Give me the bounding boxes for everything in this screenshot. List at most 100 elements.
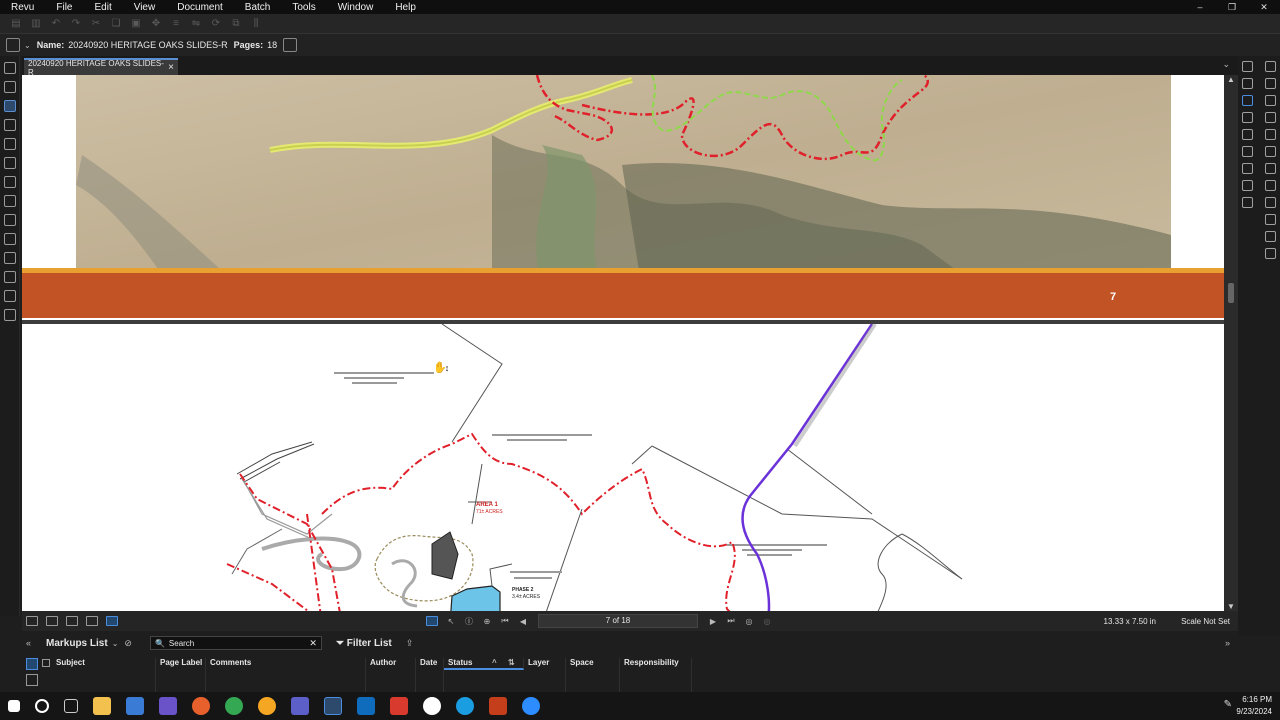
markups-list-title[interactable]: Markups List — [46, 638, 108, 649]
column-date[interactable]: Date — [416, 658, 444, 692]
ruler-icon[interactable] — [1265, 248, 1276, 259]
text-box-icon[interactable] — [1242, 61, 1253, 72]
circle-icon[interactable] — [1242, 129, 1253, 140]
polyline-icon[interactable] — [1265, 112, 1276, 123]
system-clock[interactable]: 6:16 PM 9/23/2024 — [1236, 694, 1272, 718]
next-view-icon[interactable]: ◎ — [762, 617, 772, 626]
column-page-label[interactable]: Page Label — [156, 658, 206, 692]
clear-search-icon[interactable]: ✕ — [309, 638, 317, 649]
teams-icon[interactable] — [291, 697, 309, 715]
next-page-icon[interactable]: ▶ — [708, 617, 718, 626]
stamp-icon[interactable] — [1242, 163, 1253, 174]
cloud-icon[interactable] — [1265, 197, 1276, 208]
measure-icon[interactable] — [1265, 231, 1276, 242]
menu-tools[interactable]: Tools — [281, 2, 326, 13]
print-icon[interactable]: ▥ — [29, 18, 43, 29]
two-page-icon[interactable] — [46, 616, 58, 626]
continuous-icon[interactable] — [86, 616, 98, 626]
restore-icon[interactable]: ❐ — [1216, 2, 1248, 13]
spaces-icon[interactable] — [4, 195, 16, 207]
collapse-panel-icon[interactable]: « — [26, 638, 31, 648]
chevron-down-icon[interactable]: ⌄ — [112, 639, 119, 648]
active-pen-icon[interactable] — [1242, 95, 1253, 106]
task-view-icon[interactable] — [64, 699, 78, 713]
powerpoint-icon[interactable] — [489, 697, 507, 715]
eraser-icon[interactable] — [1265, 214, 1276, 225]
thumbnails-icon[interactable] — [4, 62, 16, 74]
image-icon[interactable] — [1242, 180, 1253, 191]
chrome-icon[interactable] — [225, 697, 243, 715]
rectangle-icon[interactable] — [1265, 146, 1276, 157]
layers-icon[interactable] — [4, 138, 16, 150]
markups-search[interactable]: 🔍 Search ✕ — [149, 636, 322, 650]
text-select-icon[interactable]: Ⓘ — [464, 616, 474, 627]
visibility-icon[interactable]: ⊘ — [124, 638, 132, 649]
filter-list-button[interactable]: ⏷ Filter List — [336, 638, 392, 649]
callout-icon[interactable] — [1242, 112, 1253, 123]
copy-icon[interactable]: ❏ — [109, 18, 123, 29]
pan-tool-icon[interactable] — [426, 616, 438, 626]
menu-batch[interactable]: Batch — [234, 2, 282, 13]
minimize-icon[interactable]: – — [1184, 2, 1216, 12]
edge-icon[interactable] — [456, 697, 474, 715]
first-page-icon[interactable]: ⏮ — [500, 616, 510, 626]
menu-help[interactable]: Help — [384, 2, 427, 13]
firefox-icon[interactable] — [192, 697, 210, 715]
document-tab[interactable]: 20240920 HERITAGE OAKS SLIDES-R × — [24, 58, 178, 77]
grid-icon[interactable] — [4, 100, 16, 112]
wps-icon[interactable] — [390, 697, 408, 715]
file-explorer-icon[interactable] — [93, 697, 111, 715]
summary-icon[interactable] — [26, 674, 38, 686]
app-icon[interactable] — [159, 697, 177, 715]
last-page-icon[interactable]: ⏭ — [726, 616, 736, 626]
polygon-icon[interactable] — [1265, 180, 1276, 191]
vertical-scrollbar[interactable]: ▲ ▼ — [1224, 75, 1238, 611]
column-layer[interactable]: Layer — [524, 658, 566, 692]
split-view-icon[interactable] — [66, 616, 78, 626]
page-setup-icon[interactable] — [283, 38, 298, 52]
distribute-icon[interactable]: ⫼ — [249, 18, 263, 29]
measurements-icon[interactable] — [4, 214, 16, 226]
align-icon[interactable]: ≡ — [169, 18, 183, 29]
redo-icon[interactable]: ↷ — [69, 18, 83, 29]
sort-icon[interactable]: ⇅ — [508, 658, 515, 667]
search-icon[interactable] — [4, 309, 16, 321]
single-page-icon[interactable] — [26, 616, 38, 626]
signatures-icon[interactable] — [4, 233, 16, 245]
scroll-thumb[interactable] — [1228, 283, 1234, 303]
file-access-icon[interactable] — [4, 252, 16, 264]
line-icon[interactable] — [1265, 61, 1276, 72]
tab-dropdown-icon[interactable]: ⌄ — [1222, 59, 1230, 70]
column-subject[interactable]: Subject — [52, 658, 156, 692]
column-author[interactable]: Author — [366, 658, 416, 692]
chevron-down-icon[interactable]: ⌄ — [24, 41, 31, 50]
close-icon[interactable]: ✕ — [1248, 2, 1280, 13]
document-viewer[interactable]: 7 AREA 1 71± ACRES PHASE 2 3.4± ACRES ✋↕ — [22, 75, 1224, 611]
scroll-up-icon[interactable]: ▲ — [1227, 75, 1235, 84]
windows-start-icon[interactable] — [8, 700, 20, 712]
expand-panel-icon[interactable]: » — [1225, 638, 1230, 648]
document-icon[interactable] — [6, 38, 20, 52]
studio-icon[interactable] — [4, 176, 16, 188]
ellipse-icon[interactable] — [1265, 163, 1276, 174]
page-number-field[interactable]: 7 of 18 — [538, 614, 698, 628]
excel-alt-icon[interactable] — [126, 697, 144, 715]
crop-icon[interactable] — [1242, 197, 1253, 208]
undo-icon[interactable]: ↶ — [49, 18, 63, 29]
export-icon[interactable]: ⇪ — [406, 638, 414, 649]
rotate-icon[interactable]: ⟳ — [209, 18, 223, 29]
move-icon[interactable]: ✥ — [149, 18, 163, 29]
paste-icon[interactable]: ▣ — [129, 18, 143, 29]
menu-view[interactable]: View — [123, 2, 167, 13]
dimension-icon[interactable] — [1265, 129, 1276, 140]
zoom-icon[interactable] — [522, 697, 540, 715]
properties-icon[interactable] — [4, 157, 16, 169]
arc-icon[interactable] — [1265, 95, 1276, 106]
scroll-down-icon[interactable]: ▼ — [1227, 602, 1235, 611]
links-icon[interactable] — [4, 290, 16, 302]
tab-close-icon[interactable]: × — [168, 62, 174, 73]
select-all-checkbox[interactable] — [42, 659, 50, 667]
menu-window[interactable]: Window — [327, 2, 385, 13]
tool-chest-icon[interactable] — [4, 119, 16, 131]
menu-document[interactable]: Document — [166, 2, 234, 13]
